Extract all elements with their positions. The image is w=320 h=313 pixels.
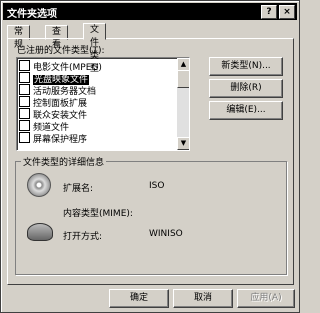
details-group (15, 161, 287, 275)
file-type-icon (19, 84, 30, 95)
cd-image-icon (27, 173, 51, 197)
list-item[interactable]: 频道文件 (19, 120, 69, 133)
file-type-icon (19, 108, 30, 119)
list-item[interactable]: 屏幕保护程序 (19, 132, 88, 145)
opens-with-value: WINISO (149, 229, 183, 239)
new-type-button[interactable]: 新类型(N)... (209, 57, 283, 76)
list-item[interactable]: 活动服务器文档 (19, 84, 96, 97)
list-scrollbar[interactable]: ▲ ▼ (177, 58, 189, 150)
edit-button[interactable]: 编辑(E)... (209, 101, 283, 120)
file-type-icon (19, 96, 30, 107)
file-types-list[interactable]: 电影文件(MPEG) 光盘映象文件 活动服务器文档 控制面板扩展 联众安装文件 … (16, 57, 190, 151)
scroll-down-icon[interactable]: ▼ (177, 137, 189, 150)
file-type-icon (19, 132, 30, 143)
apply-button[interactable]: 应用(A) (237, 289, 295, 308)
file-type-icon (19, 60, 30, 71)
list-item-selected[interactable]: 光盘映象文件 (19, 72, 90, 85)
list-item-label: 屏幕保护程序 (33, 135, 88, 145)
close-button[interactable]: × (279, 5, 295, 19)
remove-button[interactable]: 删除(R) (209, 79, 283, 98)
tab-file-types[interactable]: 文件类型 (83, 23, 107, 74)
scroll-thumb[interactable] (177, 70, 189, 88)
application-icon (27, 223, 53, 241)
file-type-icon (19, 120, 30, 131)
extension-label: 扩展名: (63, 184, 94, 194)
help-button[interactable]: ? (261, 5, 277, 19)
list-item[interactable]: 控制面板扩展 (19, 96, 87, 109)
content-type-label: 内容类型(MIME): (63, 209, 133, 219)
title-bar: 文件夹选项 ? × (3, 3, 297, 20)
opens-with-label: 打开方式: (63, 232, 103, 242)
extension-value: ISO (149, 181, 165, 191)
window-title: 文件夹选项 (7, 9, 57, 20)
folder-options-dialog: 文件夹选项 ? × 常规 查看 文件类型 已注册的文件类型(T): 电影文件(M… (0, 0, 300, 313)
cd-image-icon (19, 72, 30, 83)
details-group-title: 文件类型的详细信息 (21, 155, 107, 168)
ok-button[interactable]: 确定 (109, 289, 169, 308)
list-item[interactable]: 联众安装文件 (19, 108, 87, 121)
cancel-button[interactable]: 取消 (173, 289, 233, 308)
